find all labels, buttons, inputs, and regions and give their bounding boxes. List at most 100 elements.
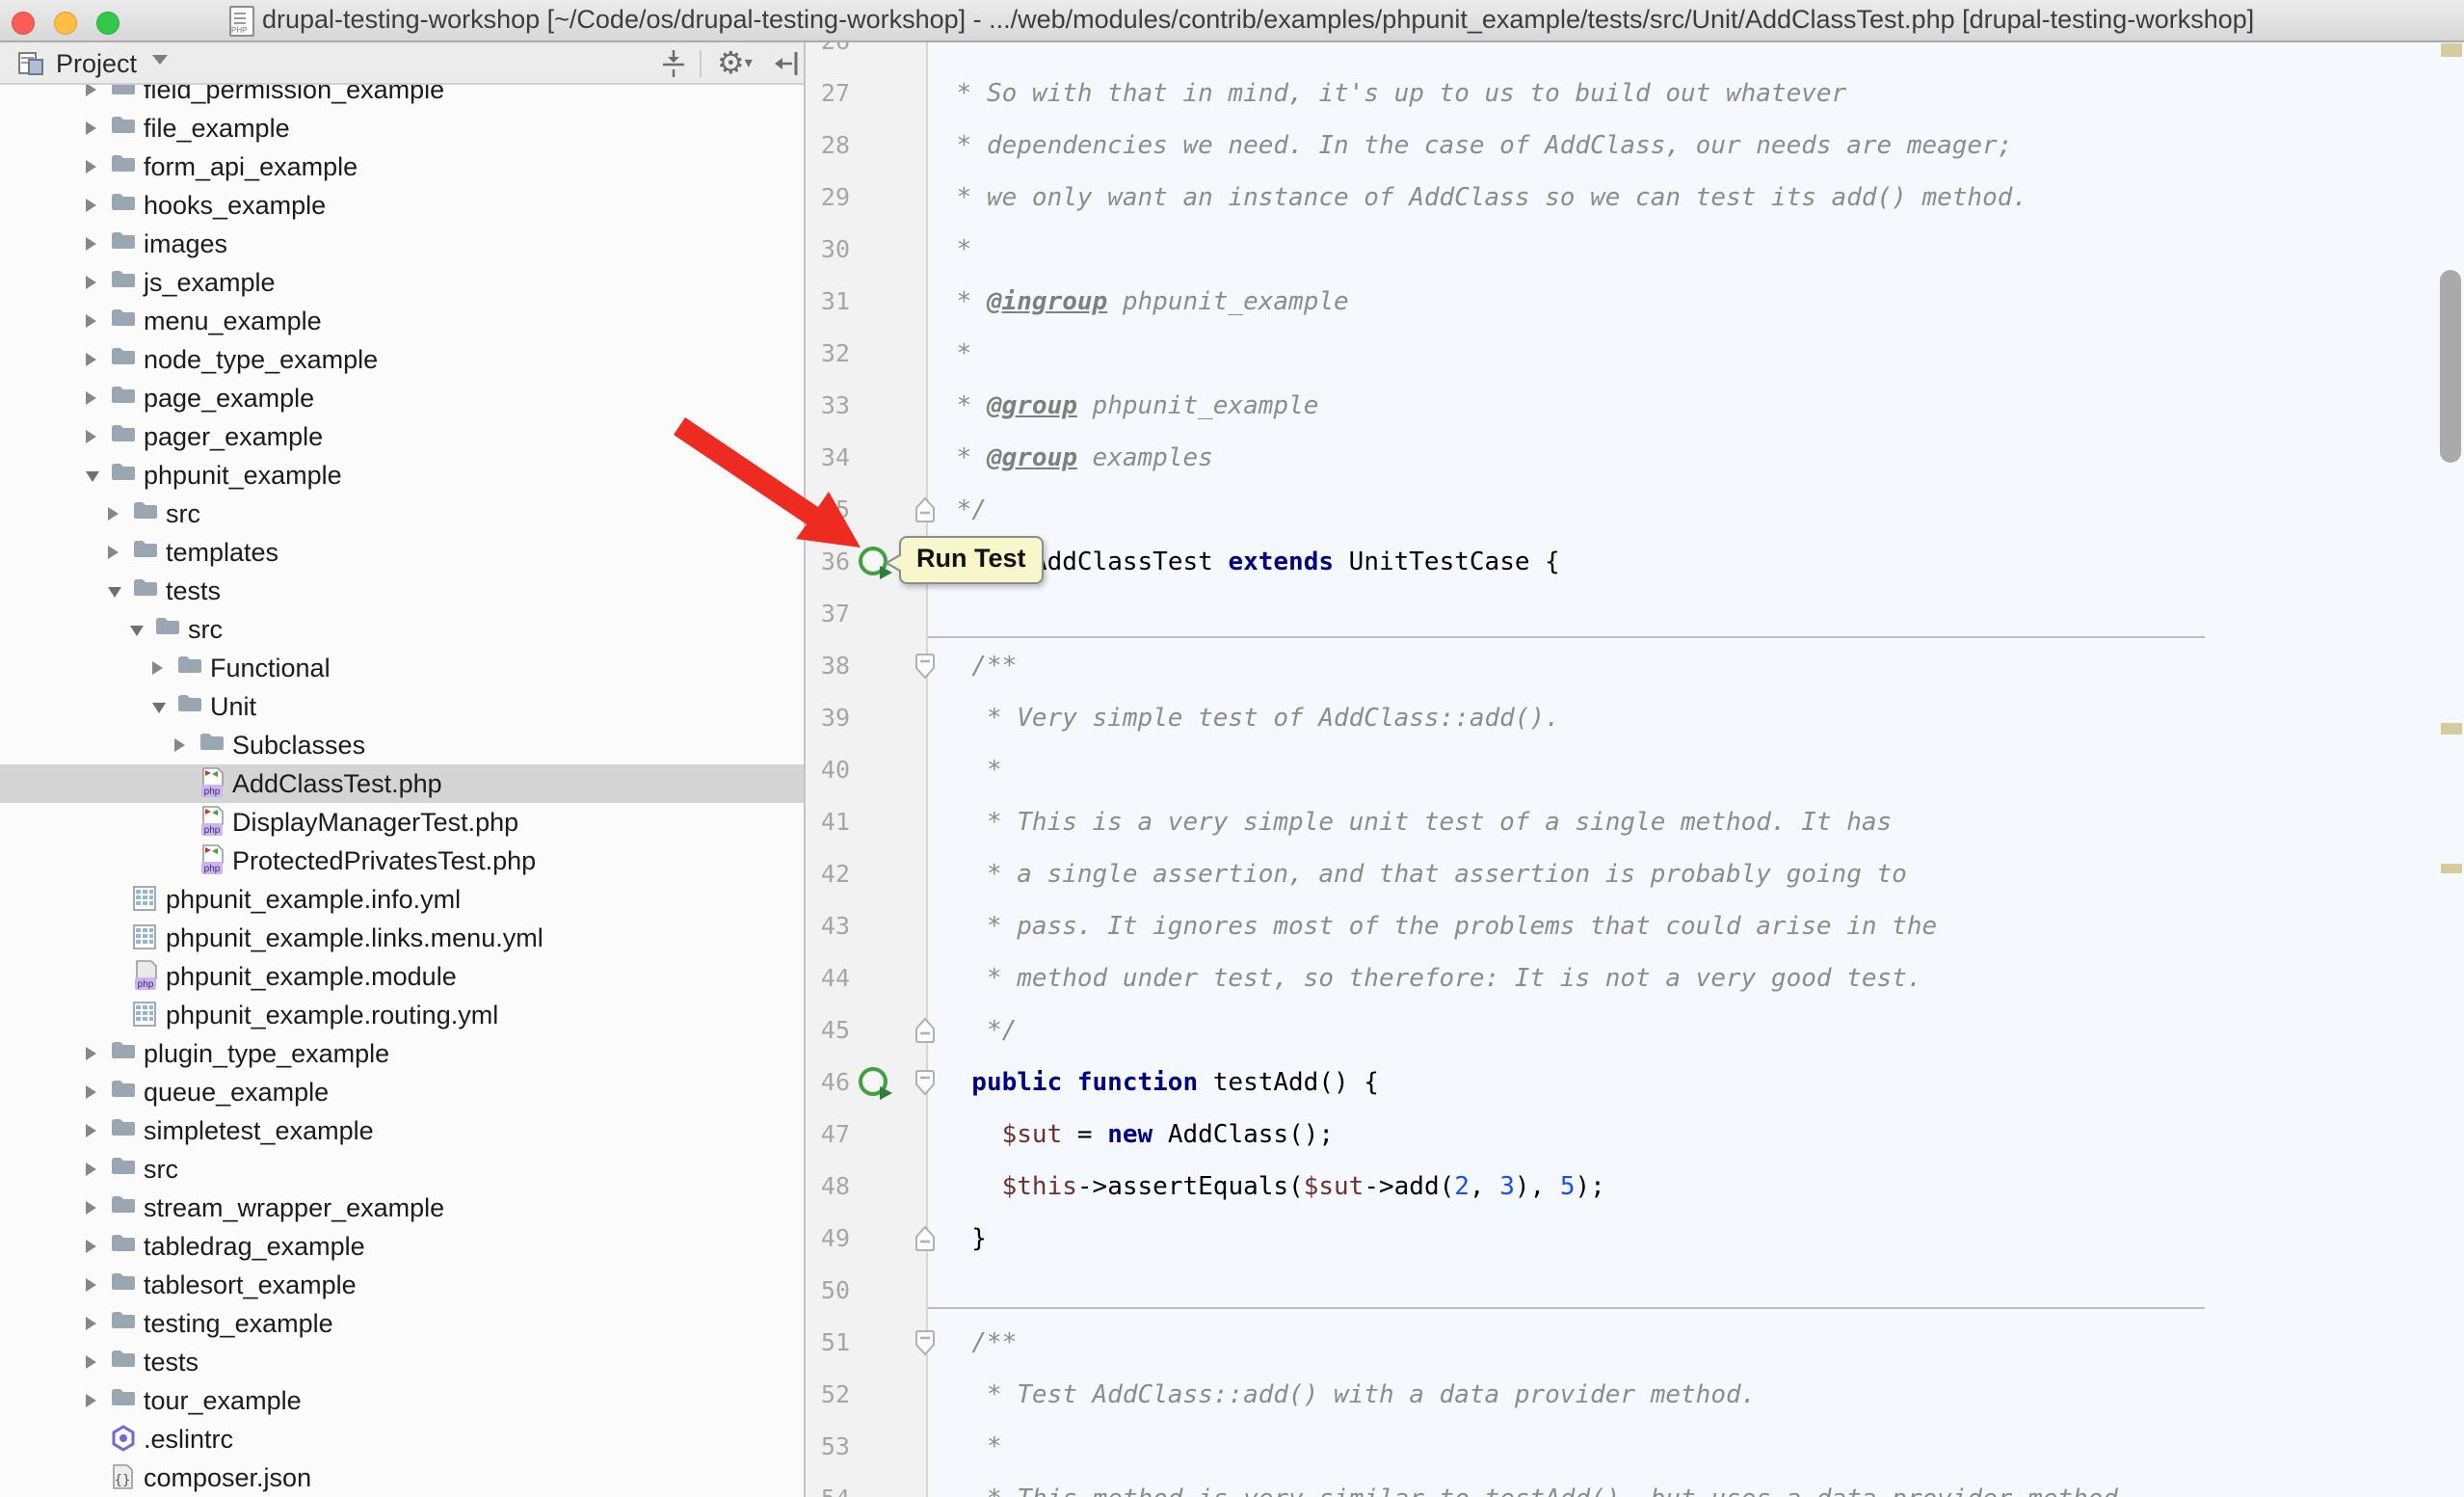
tree-item-testing-example[interactable]: testing_example [0, 1304, 804, 1343]
zoom-button[interactable] [96, 12, 119, 35]
code-line-41[interactable]: 41 * This is a very simple unit test of … [806, 796, 2464, 848]
tree-item-functional[interactable]: Functional [0, 649, 804, 687]
code-line-54[interactable]: 54 * This method is very similar to test… [806, 1473, 2464, 1497]
tree-item-menu-example[interactable]: menu_example [0, 302, 804, 340]
code-line-39[interactable]: 39 * Very simple test of AddClass::add()… [806, 692, 2464, 744]
tree-item-js-example[interactable]: js_example [0, 263, 804, 302]
tree-item-composer-json[interactable]: {}composer.json [0, 1458, 804, 1497]
code-line-33[interactable]: 33 * @group phpunit_example [806, 380, 2464, 432]
fold-end-marker-icon[interactable] [914, 1225, 936, 1257]
tree-expand-arrow-icon[interactable] [174, 738, 185, 752]
code-line-26[interactable]: 26 [806, 42, 2464, 67]
minimize-button[interactable] [54, 12, 77, 35]
tree-expand-arrow-icon[interactable] [86, 1085, 96, 1099]
tree-expand-arrow-icon[interactable] [86, 237, 96, 251]
code-line-53[interactable]: 53 * [806, 1421, 2464, 1473]
tree-item-tablesort-example[interactable]: tablesort_example [0, 1266, 804, 1304]
code-line-45[interactable]: 45 */ [806, 1004, 2464, 1056]
tree-expand-arrow-icon[interactable] [86, 1394, 96, 1407]
code-line-30[interactable]: 30 * [806, 224, 2464, 276]
code-line-37[interactable]: 37 [806, 588, 2464, 640]
tree-item-file-example[interactable]: file_example [0, 109, 804, 147]
code-line-35[interactable]: 35 */ [806, 484, 2464, 536]
tree-item-phpunit-example-module[interactable]: phpphpunit_example.module [0, 957, 804, 996]
tree-collapse-arrow-icon[interactable] [108, 587, 121, 598]
tree-expand-arrow-icon[interactable] [86, 1240, 96, 1253]
tree-expand-arrow-icon[interactable] [86, 430, 96, 443]
tree-item-phpunit-example-info-yml[interactable]: phpunit_example.info.yml [0, 880, 804, 919]
tree-item-page-example[interactable]: page_example [0, 379, 804, 417]
tree-collapse-arrow-icon[interactable] [130, 626, 144, 636]
tree-item-form-api-example[interactable]: form_api_example [0, 147, 804, 186]
code-line-34[interactable]: 34 * @group examples [806, 432, 2464, 484]
chevron-down-icon[interactable] [152, 55, 168, 65]
hide-panel-icon[interactable] [771, 48, 804, 84]
tree-expand-arrow-icon[interactable] [152, 661, 163, 675]
editor[interactable]: 2627 * So with that in mind, it's up to … [806, 42, 2464, 1497]
tree-expand-arrow-icon[interactable] [86, 1317, 96, 1330]
code-line-32[interactable]: 32 * [806, 328, 2464, 380]
tree-expand-arrow-icon[interactable] [108, 546, 119, 559]
settle-down-icon[interactable] [657, 48, 690, 84]
code-line-28[interactable]: 28 * dependencies we need. In the case o… [806, 120, 2464, 172]
tree-expand-arrow-icon[interactable] [86, 160, 96, 174]
code-line-29[interactable]: 29 * we only want an instance of AddClas… [806, 172, 2464, 224]
tree-expand-arrow-icon[interactable] [86, 1278, 96, 1292]
tree-expand-arrow-icon[interactable] [86, 276, 96, 289]
gear-icon[interactable]: ⚙▾ [717, 44, 753, 81]
tree-item-queue-example[interactable]: queue_example [0, 1073, 804, 1111]
fold-end-marker-icon[interactable] [914, 1017, 936, 1049]
tree-expand-arrow-icon[interactable] [86, 199, 96, 212]
tree-item--eslintrc[interactable]: .eslintrc [0, 1420, 804, 1458]
tree-item-tests[interactable]: tests [0, 1343, 804, 1381]
tree-expand-arrow-icon[interactable] [86, 121, 96, 135]
tree-item-unit[interactable]: Unit [0, 687, 804, 726]
code-line-40[interactable]: 40 * [806, 744, 2464, 796]
tree-item-tour-example[interactable]: tour_example [0, 1381, 804, 1420]
tree-item-phpunit-example-routing-yml[interactable]: phpunit_example.routing.yml [0, 996, 804, 1034]
tree-item-plugin-type-example[interactable]: plugin_type_example [0, 1034, 804, 1073]
fold-start-marker-icon[interactable] [914, 1069, 936, 1101]
tree-expand-arrow-icon[interactable] [86, 314, 96, 328]
tree-item-src[interactable]: src [0, 495, 804, 533]
tree-expand-arrow-icon[interactable] [86, 1201, 96, 1215]
tree-item-protectedprivatestest-php[interactable]: phpProtectedPrivatesTest.php [0, 842, 804, 880]
error-stripe-mark[interactable] [2441, 43, 2462, 57]
code-line-49[interactable]: 49 } [806, 1213, 2464, 1265]
tree-item-phpunit-example[interactable]: phpunit_example [0, 456, 804, 495]
code-line-43[interactable]: 43 * pass. It ignores most of the proble… [806, 900, 2464, 952]
tree-expand-arrow-icon[interactable] [86, 1355, 96, 1369]
tree-item-src[interactable]: src [0, 1150, 804, 1189]
tree-item-pager-example[interactable]: pager_example [0, 417, 804, 456]
tree-item-tests[interactable]: tests [0, 572, 804, 610]
run-test-tooltip[interactable]: Run Test [899, 536, 1044, 584]
tree-collapse-arrow-icon[interactable] [152, 703, 166, 713]
close-button[interactable] [12, 12, 35, 35]
tree-item-src[interactable]: src [0, 610, 804, 649]
code-line-27[interactable]: 27 * So with that in mind, it's up to us… [806, 67, 2464, 120]
code-line-31[interactable]: 31 * @ingroup phpunit_example [806, 276, 2464, 328]
tree-item-phpunit-example-links-menu-yml[interactable]: phpunit_example.links.menu.yml [0, 919, 804, 957]
tree-item-hooks-example[interactable]: hooks_example [0, 186, 804, 225]
fold-start-marker-icon[interactable] [914, 1329, 936, 1361]
tree-item-stream-wrapper-example[interactable]: stream_wrapper_example [0, 1189, 804, 1227]
tree-expand-arrow-icon[interactable] [86, 1124, 96, 1137]
error-stripe-mark[interactable] [2441, 723, 2462, 735]
tree-item-tabledrag-example[interactable]: tabledrag_example [0, 1227, 804, 1266]
tree-item-templates[interactable]: templates [0, 533, 804, 572]
tree-item-simpletest-example[interactable]: simpletest_example [0, 1111, 804, 1150]
fold-end-marker-icon[interactable] [914, 496, 936, 528]
code-line-51[interactable]: 51 /** [806, 1317, 2464, 1369]
tree-item-subclasses[interactable]: Subclasses [0, 726, 804, 764]
tree-expand-arrow-icon[interactable] [86, 1163, 96, 1176]
code-line-42[interactable]: 42 * a single assertion, and that assert… [806, 848, 2464, 900]
error-stripe-mark[interactable] [2441, 864, 2462, 873]
tree-item-displaymanagertest-php[interactable]: phpDisplayManagerTest.php [0, 803, 804, 842]
scrollbar-thumb[interactable] [2440, 270, 2461, 463]
run-test-gutter-icon[interactable] [856, 1063, 896, 1109]
code-line-47[interactable]: 47 $sut = new AddClass(); [806, 1109, 2464, 1161]
project-panel-title[interactable]: Project [56, 49, 137, 79]
tree-collapse-arrow-icon[interactable] [86, 471, 99, 482]
tree-expand-arrow-icon[interactable] [108, 507, 119, 521]
tree-expand-arrow-icon[interactable] [86, 83, 96, 96]
